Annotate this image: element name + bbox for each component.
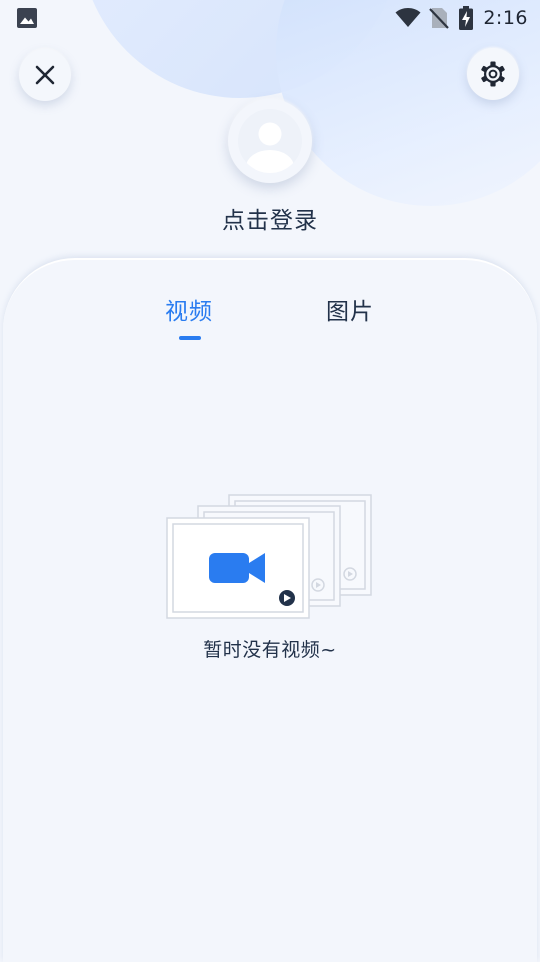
tab-bar: 视频 图片 <box>0 292 540 352</box>
wifi-icon <box>395 7 421 29</box>
settings-button[interactable] <box>467 48 519 100</box>
close-button[interactable] <box>19 49 71 101</box>
tab-images-label: 图片 <box>326 299 374 325</box>
login-prompt[interactable]: 点击登录 <box>0 201 540 235</box>
status-icons: 2:16 <box>395 4 528 32</box>
close-icon <box>34 64 56 86</box>
empty-state-message: 暂时没有视频~ <box>203 639 337 661</box>
tab-videos-label: 视频 <box>165 299 213 325</box>
gear-icon <box>479 60 507 88</box>
battery-charging-icon <box>459 6 474 30</box>
status-time: 2:16 <box>483 7 528 29</box>
avatar[interactable] <box>228 99 312 183</box>
tab-images[interactable]: 图片 <box>300 292 400 326</box>
active-tab-indicator <box>179 336 201 340</box>
user-avatar-icon <box>238 109 302 173</box>
no-sim-icon <box>429 7 450 29</box>
tab-videos[interactable]: 视频 <box>139 292 239 340</box>
image-icon <box>17 8 37 32</box>
status-bar: 2:16 <box>0 0 540 36</box>
empty-video-illustration <box>165 493 375 625</box>
